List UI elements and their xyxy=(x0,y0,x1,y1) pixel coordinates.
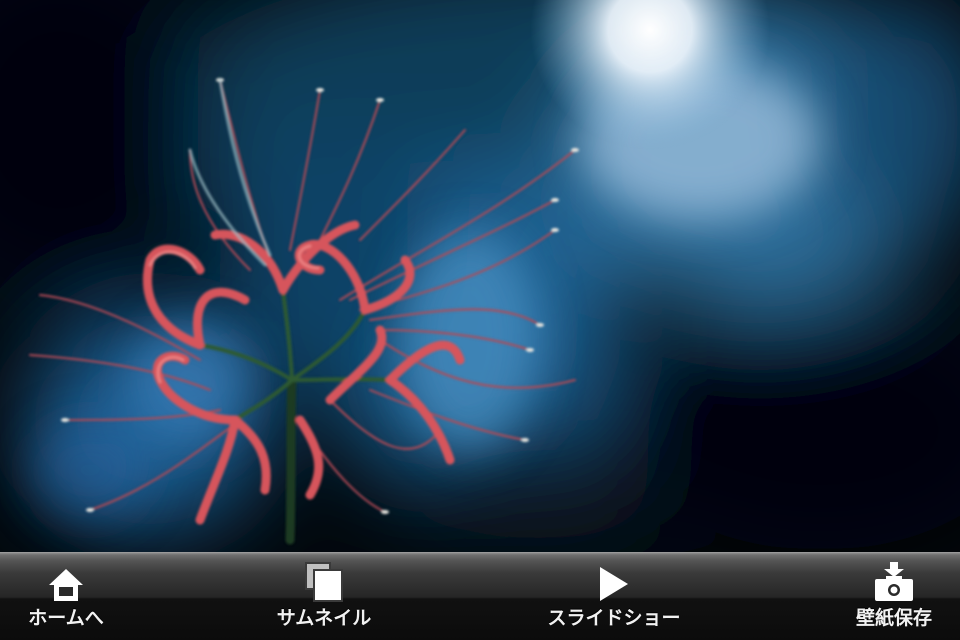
thumbnails-button[interactable]: サムネイル xyxy=(268,553,380,640)
save-wallpaper-icon xyxy=(872,553,916,605)
wallpaper-photo[interactable] xyxy=(0,0,960,552)
home-label: ホームへ xyxy=(28,607,104,629)
screen: ホームへ サムネイル スライドショー 壁紙保存 xyxy=(0,0,960,640)
save-wallpaper-button[interactable]: 壁紙保存 xyxy=(846,553,942,640)
save-wallpaper-label: 壁紙保存 xyxy=(855,607,932,629)
thumbnails-icon xyxy=(304,553,344,605)
bottom-toolbar: ホームへ サムネイル スライドショー 壁紙保存 xyxy=(0,552,960,640)
home-button[interactable]: ホームへ xyxy=(18,553,114,640)
play-icon xyxy=(597,553,631,605)
slideshow-button[interactable]: スライドショー xyxy=(538,553,690,640)
red-spider-lily-photo xyxy=(0,0,960,552)
thumbnails-label: サムネイル xyxy=(276,607,372,629)
home-icon xyxy=(47,553,85,605)
slideshow-label: スライドショー xyxy=(547,607,681,629)
